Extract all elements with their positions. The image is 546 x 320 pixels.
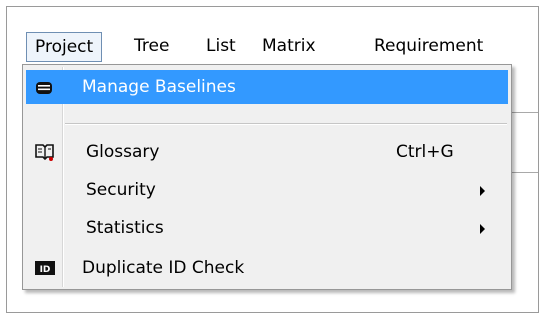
id-badge-icon: ID: [35, 261, 55, 275]
keyboard-shortcut: Ctrl+G: [396, 142, 454, 162]
menu-item-label: Statistics: [86, 218, 164, 238]
menu-item-security[interactable]: Security: [26, 173, 508, 207]
menu-item-manage-baselines[interactable]: Manage Baselines: [26, 70, 508, 104]
menu-matrix[interactable]: Matrix: [254, 32, 324, 62]
menu-item-label: Glossary: [86, 142, 160, 162]
menu-item-duplicate-id-check[interactable]: ID Duplicate ID Check: [26, 251, 508, 285]
menu-bar: Project Tree List Matrix Requirement: [22, 30, 526, 64]
background-divider: [512, 112, 538, 113]
submenu-arrow-icon: [480, 224, 485, 234]
menu-item-label: Security: [86, 180, 156, 200]
menu-item-label: Duplicate ID Check: [82, 258, 245, 278]
menu-project[interactable]: Project: [26, 32, 103, 62]
menu-separator-highlight: [65, 124, 507, 125]
menu-item-label: Manage Baselines: [82, 77, 236, 97]
submenu-arrow-icon: [480, 186, 485, 196]
menu-item-glossary[interactable]: Glossary Ctrl+G: [26, 135, 508, 169]
menu-tree[interactable]: Tree: [126, 32, 177, 62]
menu-requirement[interactable]: Requirement: [366, 32, 491, 62]
book-glossary-icon: [35, 144, 54, 161]
menu-list[interactable]: List: [198, 32, 244, 62]
project-menu-dropdown: Manage Baselines Glossary Ctrl+G Securit…: [22, 64, 512, 290]
background-divider: [512, 172, 538, 173]
menu-item-statistics[interactable]: Statistics: [26, 211, 508, 245]
svg-text:ID: ID: [40, 265, 51, 275]
database-stack-icon: [36, 82, 52, 94]
